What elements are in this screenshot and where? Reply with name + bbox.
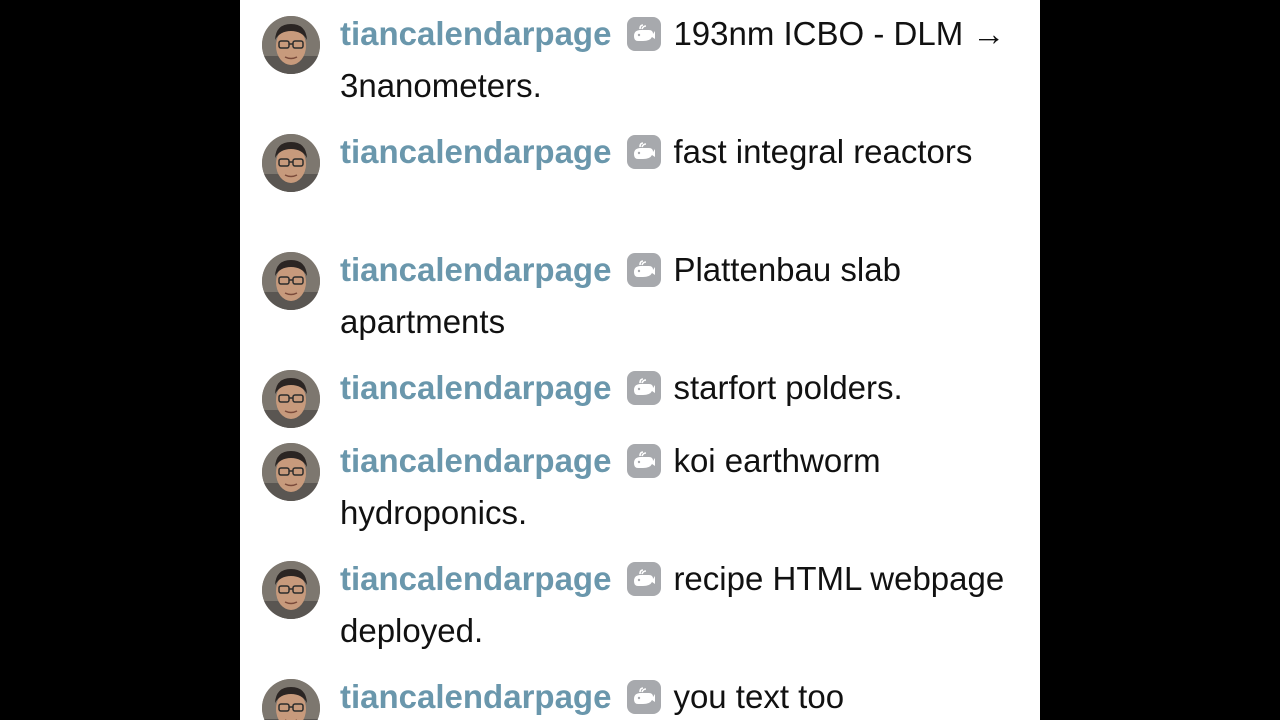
- username[interactable]: tiancalendarpage: [340, 560, 611, 597]
- chat-panel: tiancalendarpage 193nm ICBO - DLM → 3nano…: [240, 0, 1040, 720]
- avatar[interactable]: [262, 679, 320, 720]
- whale-badge-icon: [627, 17, 662, 51]
- message-text: you text too: [673, 678, 845, 715]
- chat-message-body: tiancalendarpage recipe HTML webpage depl…: [340, 553, 1010, 657]
- username[interactable]: tiancalendarpage: [340, 442, 611, 479]
- chat-message-body: tiancalendarpage you text too: [340, 671, 1010, 720]
- username[interactable]: tiancalendarpage: [340, 678, 611, 715]
- whale-badge-icon: [627, 135, 662, 169]
- whale-badge-icon: [627, 253, 662, 287]
- message-text: starfort polders.: [673, 369, 903, 406]
- whale-badge-icon: [627, 371, 662, 405]
- chat-message-body: tiancalendarpage starfort polders.: [340, 362, 1010, 414]
- whale-badge-icon: [627, 444, 662, 478]
- username[interactable]: tiancalendarpage: [340, 251, 611, 288]
- username[interactable]: tiancalendarpage: [340, 15, 611, 52]
- username[interactable]: tiancalendarpage: [340, 133, 611, 170]
- avatar[interactable]: [262, 16, 320, 74]
- avatar[interactable]: [262, 561, 320, 619]
- chat-message-body: tiancalendarpage 193nm ICBO - DLM → 3nano…: [340, 8, 1010, 112]
- avatar[interactable]: [262, 252, 320, 310]
- avatar[interactable]: [262, 443, 320, 501]
- message-text: fast integral reactors: [673, 133, 973, 170]
- chat-message-body: tiancalendarpage Plattenbau slab apartmen…: [340, 244, 1010, 348]
- chat-message-body: tiancalendarpage koi earthworm hydroponic…: [340, 435, 1010, 539]
- chat-message-body: tiancalendarpage fast integral reactors: [340, 126, 1010, 178]
- whale-badge-icon: [627, 680, 662, 714]
- whale-badge-icon: [627, 562, 662, 596]
- avatar[interactable]: [262, 370, 320, 428]
- avatar[interactable]: [262, 134, 320, 192]
- username[interactable]: tiancalendarpage: [340, 369, 611, 406]
